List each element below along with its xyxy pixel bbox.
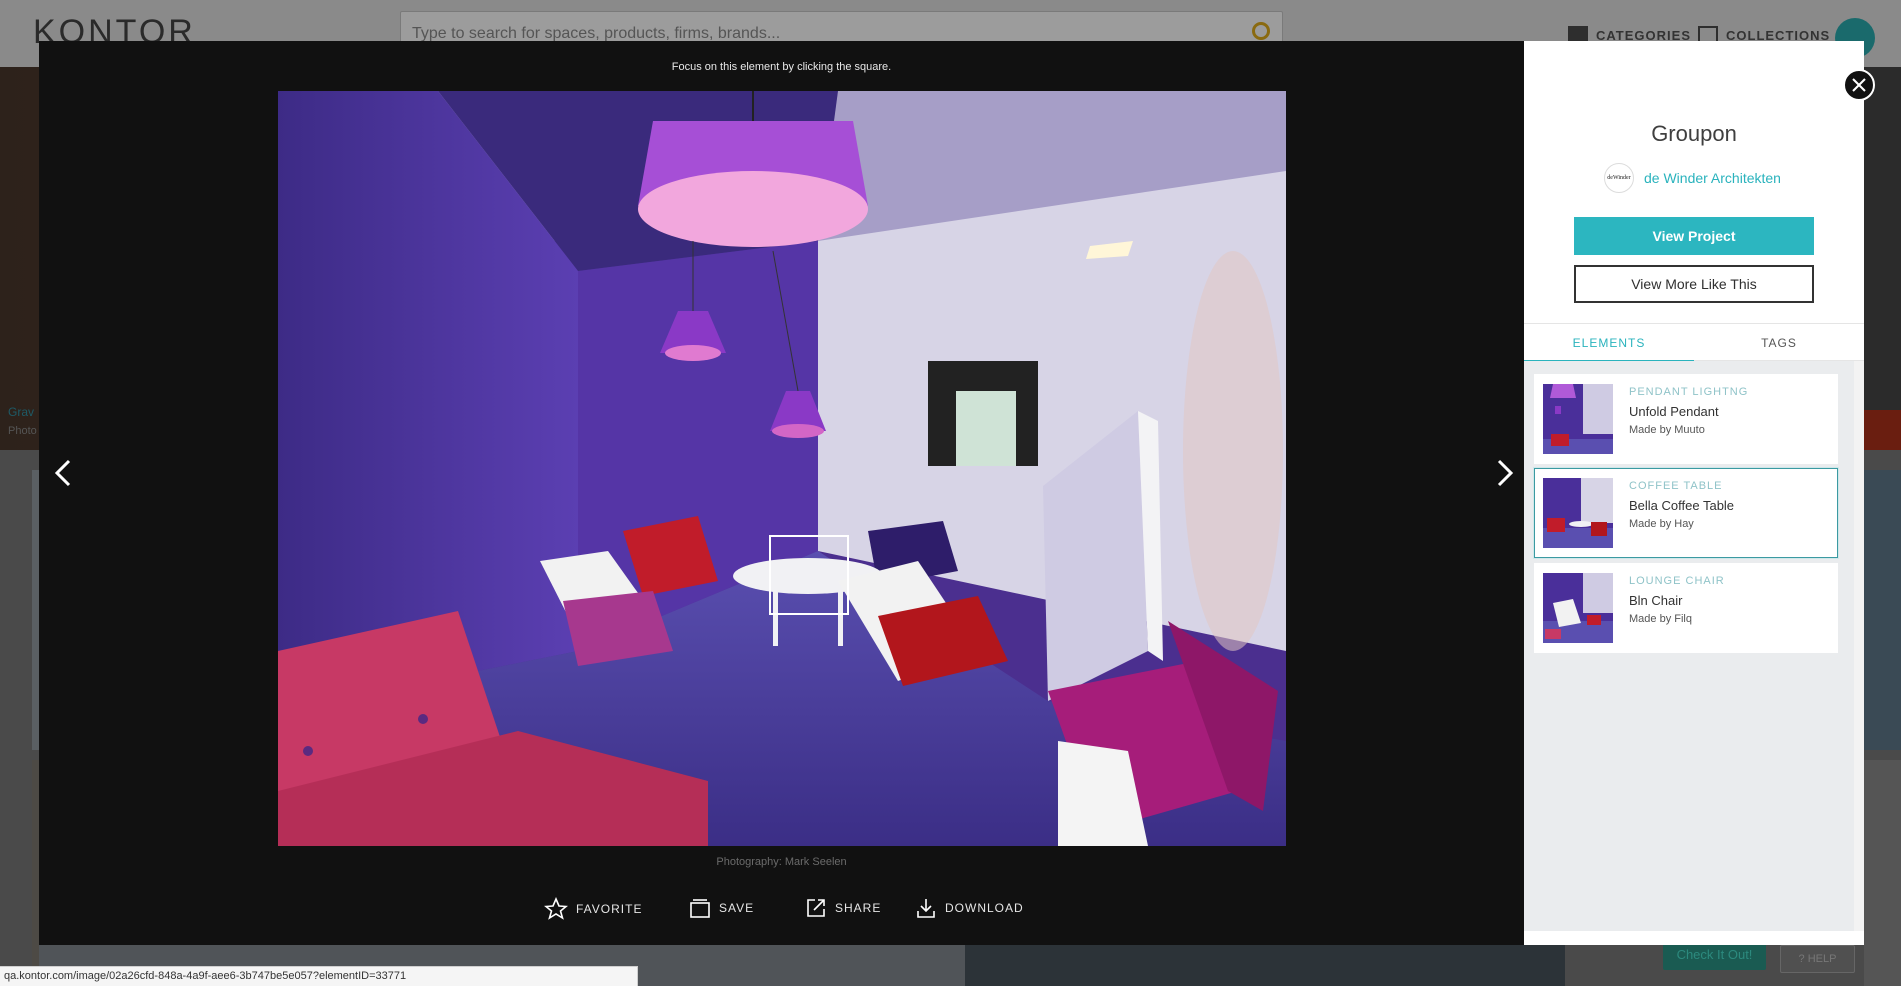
element-category: LOUNGE CHAIR bbox=[1629, 575, 1725, 587]
photo-credit: Photography: Mark Seelen bbox=[716, 856, 847, 868]
element-card-pendant[interactable]: PENDANT LIGHTNG Unfold Pendant Made by M… bbox=[1534, 374, 1838, 464]
background-tile-strip bbox=[965, 945, 1565, 986]
close-icon bbox=[1852, 78, 1866, 92]
element-name: Unfold Pendant bbox=[1629, 404, 1719, 419]
element-category: PENDANT LIGHTNG bbox=[1629, 386, 1749, 398]
help-button[interactable]: ? HELP bbox=[1780, 945, 1855, 973]
side-panel-scrollbar[interactable] bbox=[1854, 361, 1864, 931]
view-more-like-this-button[interactable]: View More Like This bbox=[1574, 265, 1814, 303]
firm-name[interactable]: de Winder Architekten bbox=[1644, 170, 1781, 186]
project-photo bbox=[278, 91, 1286, 846]
view-project-button[interactable]: View Project bbox=[1574, 217, 1814, 255]
close-lightbox-button[interactable] bbox=[1843, 69, 1875, 101]
firm-link[interactable]: deWinder de Winder Architekten bbox=[1604, 163, 1781, 193]
element-maker: Made by Filq bbox=[1629, 613, 1692, 625]
tile-image[interactable] bbox=[1864, 760, 1901, 986]
firm-logo: deWinder bbox=[1604, 163, 1634, 193]
favorite-label: FAVORITE bbox=[576, 902, 643, 916]
elements-list: PENDANT LIGHTNG Unfold Pendant Made by M… bbox=[1524, 361, 1854, 931]
search-icon[interactable] bbox=[1252, 22, 1270, 40]
side-tabs: ELEMENTS TAGS bbox=[1524, 323, 1864, 362]
share-button[interactable]: SHARE bbox=[805, 897, 881, 919]
image-lightbox: Focus on this element by clicking the sq… bbox=[39, 41, 1875, 945]
element-thumbnail bbox=[1543, 384, 1613, 454]
element-thumbnail bbox=[1543, 573, 1613, 643]
element-name: Bella Coffee Table bbox=[1629, 498, 1735, 513]
previous-image-button[interactable] bbox=[49, 453, 79, 493]
project-title: Groupon bbox=[1651, 121, 1737, 146]
chevron-right-icon bbox=[1497, 459, 1514, 487]
download-icon bbox=[917, 899, 935, 918]
element-thumbnail bbox=[1543, 478, 1613, 548]
tab-elements[interactable]: ELEMENTS bbox=[1524, 324, 1694, 362]
chevron-left-icon bbox=[54, 459, 71, 487]
element-category: COFFEE TABLE bbox=[1629, 480, 1723, 492]
star-icon bbox=[544, 897, 568, 920]
share-icon bbox=[807, 899, 825, 917]
element-name: Bln Chair bbox=[1629, 593, 1683, 608]
image-viewer: Focus on this element by clicking the sq… bbox=[39, 41, 1524, 945]
save-button[interactable]: SAVE bbox=[689, 897, 754, 919]
hero-subtext: Photo bbox=[8, 425, 37, 437]
browser-status-url: qa.kontor.com/image/02a26cfd-848a-4a9f-a… bbox=[0, 966, 638, 986]
download-button[interactable]: DOWNLOAD bbox=[915, 897, 1024, 919]
tab-tags[interactable]: TAGS bbox=[1694, 324, 1864, 362]
save-icon bbox=[690, 899, 710, 918]
element-card-lounge-chair[interactable]: LOUNGE CHAIR Bln Chair Made by Filq bbox=[1534, 563, 1838, 653]
download-label: DOWNLOAD bbox=[945, 901, 1024, 915]
save-label: SAVE bbox=[719, 901, 755, 915]
element-card-coffee-table[interactable]: COFFEE TABLE Bella Coffee Table Made by … bbox=[1534, 468, 1838, 558]
help-label: HELP bbox=[1807, 953, 1837, 965]
image-actions: FAVORITE SAVE SHARE DOWNLOAD bbox=[39, 897, 1524, 927]
favorite-button[interactable]: FAVORITE bbox=[544, 897, 642, 921]
focus-hint: Focus on this element by clicking the sq… bbox=[671, 61, 892, 73]
element-maker: Made by Hay bbox=[1629, 518, 1694, 530]
next-image-button[interactable] bbox=[1489, 453, 1519, 493]
share-label: SHARE bbox=[835, 901, 882, 915]
project-side-panel: Groupon deWinder de Winder Architekten V… bbox=[1524, 41, 1864, 945]
hero-link[interactable]: Grav bbox=[8, 405, 34, 419]
tile-image[interactable] bbox=[1864, 470, 1901, 750]
element-maker: Made by Muuto bbox=[1629, 424, 1705, 436]
